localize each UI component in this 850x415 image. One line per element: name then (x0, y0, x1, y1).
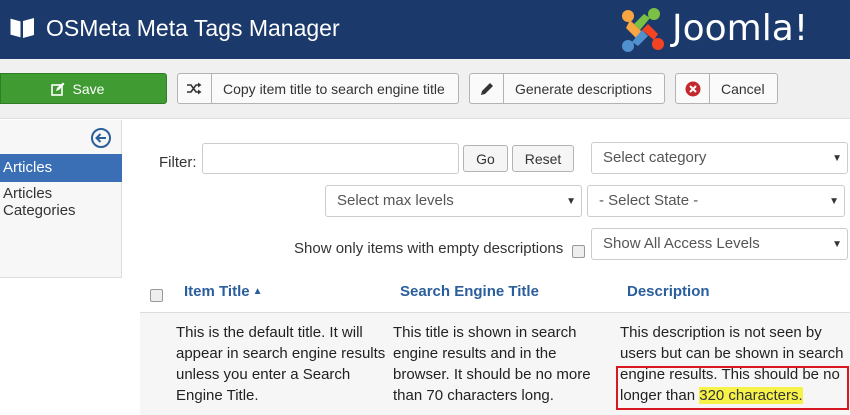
access-level-select[interactable]: Show All Access Levels ▼ (591, 228, 848, 260)
shuffle-icon (178, 74, 212, 103)
copy-title-button[interactable]: Copy item title to search engine title (177, 73, 459, 104)
save-label: Save (72, 80, 105, 97)
empty-descriptions-label: Show only items with empty descriptions (294, 240, 564, 257)
filter-search-input[interactable] (202, 143, 459, 174)
column-header-item-title[interactable]: Item Title ▲ (184, 283, 262, 300)
max-levels-select[interactable]: Select max levels ▼ (325, 185, 582, 217)
sort-ascending-icon: ▲ (252, 286, 263, 297)
cancel-label: Cancel (721, 80, 765, 97)
arrow-left-circle-icon[interactable] (90, 127, 112, 149)
copy-title-label: Copy item title to search engine title (223, 80, 445, 97)
caret-down-icon: ▼ (832, 239, 842, 250)
toolbar: Save Copy item title to search engine ti… (0, 59, 850, 119)
caret-down-icon: ▼ (832, 153, 842, 164)
pencil-icon (470, 74, 504, 103)
select-all-checkbox[interactable] (150, 289, 163, 302)
cancel-icon (676, 74, 710, 103)
column-header-search-engine-title[interactable]: Search Engine Title (400, 283, 539, 300)
item-title-cell: This is the default title. It will appea… (176, 324, 386, 404)
cancel-button[interactable]: Cancel (675, 73, 778, 104)
edit-icon (50, 82, 65, 96)
category-select[interactable]: Select category ▼ (591, 142, 848, 174)
joomla-brand: Joomla! (672, 8, 809, 49)
sidebar: Articles Articles Categories (0, 120, 122, 278)
column-header-description[interactable]: Description (627, 283, 710, 300)
page-title: OSMeta Meta Tags Manager (46, 15, 340, 41)
generate-descriptions-button[interactable]: Generate descriptions (469, 73, 665, 104)
state-select[interactable]: - Select State - ▼ (587, 185, 845, 217)
reset-button[interactable]: Reset (512, 145, 574, 172)
empty-descriptions-checkbox[interactable] (572, 245, 585, 258)
caret-down-icon: ▼ (566, 196, 576, 207)
sidebar-item-articles[interactable]: Articles (0, 154, 122, 182)
save-button[interactable]: Save (0, 73, 167, 104)
go-button[interactable]: Go (463, 145, 508, 172)
book-icon (9, 17, 34, 39)
caret-down-icon: ▼ (829, 196, 839, 207)
app-header: OSMeta Meta Tags Manager Joomla! (0, 0, 850, 59)
highlight-box (616, 366, 849, 410)
generate-descriptions-label: Generate descriptions (515, 80, 652, 97)
sidebar-item-articles-categories[interactable]: Articles Categories (3, 185, 76, 219)
filter-label: Filter: (159, 154, 197, 171)
search-engine-title-cell: This title is shown in search engine res… (393, 324, 591, 404)
